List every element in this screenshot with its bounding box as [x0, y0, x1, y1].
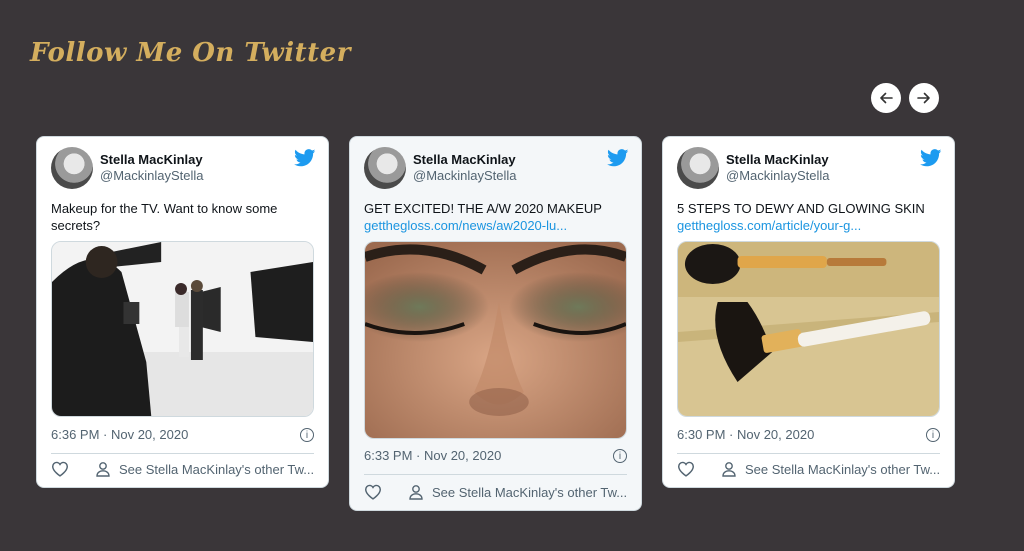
tweet-timestamp[interactable]: 6:33 PM · Nov 20, 2020	[364, 448, 501, 463]
tweet-card[interactable]: Stella MacKinlay @MackinlayStella 5 STEP…	[662, 136, 955, 488]
tweet-link[interactable]: getthegloss.com/article/your-g...	[677, 217, 940, 234]
tweet-text: Makeup for the TV. Want to know some sec…	[51, 201, 278, 233]
person-icon	[96, 462, 110, 477]
info-icon[interactable]: i	[300, 427, 314, 442]
person-icon	[409, 485, 423, 500]
author-handle[interactable]: @MackinlayStella	[100, 168, 204, 184]
photo-studio-shoot-image[interactable]	[51, 241, 314, 417]
carousel-next-button[interactable]	[909, 83, 939, 113]
heart-icon[interactable]	[677, 461, 695, 477]
tweet-timestamp[interactable]: 6:36 PM · Nov 20, 2020	[51, 427, 188, 442]
tweet-timestamp[interactable]: 6:30 PM · Nov 20, 2020	[677, 427, 814, 442]
carousel-prev-button[interactable]	[871, 83, 901, 113]
author-name[interactable]: Stella MacKinlay	[726, 152, 830, 168]
tweet-text: GET EXCITED! THE A/W 2020 MAKEUP	[364, 201, 602, 216]
author-handle[interactable]: @MackinlayStella	[726, 168, 830, 184]
other-tweets-link[interactable]: See Stella MacKinlay's other Tw...	[432, 485, 627, 500]
tweet-card[interactable]: Stella MacKinlay @MackinlayStella Makeup…	[36, 136, 329, 488]
section-title: Follow Me On Twitter	[30, 38, 351, 68]
heart-icon[interactable]	[364, 484, 382, 500]
arrow-left-icon	[880, 92, 893, 104]
info-icon[interactable]: i	[613, 448, 627, 463]
tweet-link[interactable]: getthegloss.com/news/aw2020-lu...	[364, 217, 627, 234]
avatar[interactable]	[51, 147, 93, 189]
tweet-card[interactable]: Stella MacKinlay @MackinlayStella GET EX…	[349, 136, 642, 511]
divider	[364, 474, 627, 475]
author-handle[interactable]: @MackinlayStella	[413, 168, 517, 184]
avatar[interactable]	[677, 147, 719, 189]
twitter-bird-icon[interactable]	[607, 149, 629, 167]
author-name[interactable]: Stella MacKinlay	[100, 152, 204, 168]
info-icon[interactable]: i	[926, 427, 940, 442]
twitter-bird-icon[interactable]	[294, 149, 316, 167]
other-tweets-link[interactable]: See Stella MacKinlay's other Tw...	[745, 462, 940, 477]
avatar[interactable]	[364, 147, 406, 189]
tweet-text: 5 STEPS TO DEWY AND GLOWING SKIN	[677, 201, 925, 216]
author-name[interactable]: Stella MacKinlay	[413, 152, 517, 168]
person-icon	[722, 462, 736, 477]
makeup-brushes-image[interactable]	[677, 241, 940, 417]
divider	[677, 453, 940, 454]
arrow-right-icon	[917, 92, 930, 104]
eye-makeup-closeup-image[interactable]	[364, 241, 627, 439]
other-tweets-link[interactable]: See Stella MacKinlay's other Tw...	[119, 462, 314, 477]
twitter-bird-icon[interactable]	[920, 149, 942, 167]
heart-icon[interactable]	[51, 461, 69, 477]
divider	[51, 453, 314, 454]
